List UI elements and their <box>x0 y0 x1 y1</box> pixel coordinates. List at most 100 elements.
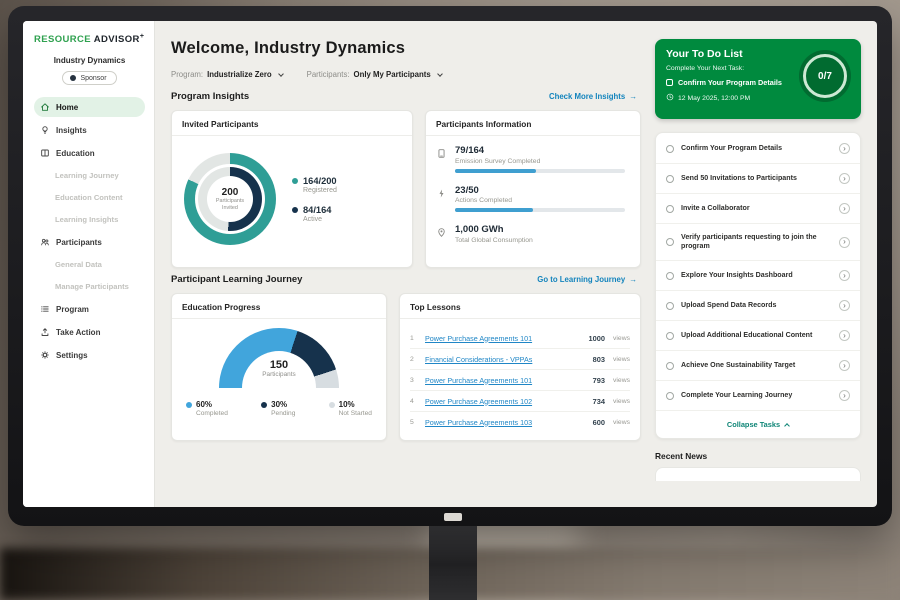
program-filter-dropdown[interactable]: Program: Industrialize Zero <box>171 70 283 79</box>
lesson-views: 793 <box>593 376 605 385</box>
sidebar-item-general-data[interactable]: General Data <box>34 255 145 274</box>
checkbox-icon[interactable] <box>666 175 674 183</box>
donut-center-label: Participants Invited <box>213 198 247 211</box>
task-row-explore-insights[interactable]: Explore Your Insights Dashboard › <box>656 261 860 291</box>
sidebar-item-education-content[interactable]: Education Content <box>34 188 145 207</box>
lesson-link[interactable]: Power Purchase Agreements 101 <box>425 334 583 343</box>
lesson-views: 600 <box>593 418 605 427</box>
arrow-right-icon: → <box>629 92 637 101</box>
insights-icon <box>40 125 50 135</box>
checkbox-icon[interactable] <box>666 238 674 246</box>
education-progress-title: Education Progress <box>172 302 386 319</box>
task-row-invite-collaborator[interactable]: Invite a Collaborator › <box>656 194 860 224</box>
lesson-link[interactable]: Power Purchase Agreements 103 <box>425 418 587 427</box>
emission-survey-progress-fill <box>455 169 536 173</box>
global-consumption-label: Total Global Consumption <box>455 237 630 244</box>
lesson-rank: 2 <box>410 356 419 363</box>
task-row-upload-spend-data[interactable]: Upload Spend Data Records › <box>656 291 860 321</box>
checkbox-icon[interactable] <box>666 272 674 280</box>
legend-item-registered: 164/200 Registered <box>292 176 337 194</box>
sidebar-item-insights[interactable]: Insights <box>34 120 145 140</box>
chevron-right-icon[interactable]: › <box>839 203 850 214</box>
sponsor-icon <box>70 75 76 81</box>
sidebar-item-home[interactable]: Home <box>34 97 145 117</box>
task-label: Explore Your Insights Dashboard <box>681 271 832 280</box>
sidebar-item-settings[interactable]: Settings <box>34 345 145 365</box>
task-row-send-invitations[interactable]: Send 50 Invitations to Participants › <box>656 164 860 194</box>
go-to-learning-journey-link[interactable]: Go to Learning Journey → <box>537 275 637 284</box>
check-more-insights-label: Check More Insights <box>549 92 625 101</box>
pending-label: Pending <box>271 410 295 417</box>
lesson-link[interactable]: Financial Considerations - VPPAs <box>425 355 587 364</box>
not-started-pct: 10% <box>339 400 355 409</box>
program-icon <box>40 304 50 314</box>
participants-filter-value: Only My Participants <box>354 70 431 79</box>
registered-label: Registered <box>303 187 337 194</box>
active-dot-icon <box>292 207 298 213</box>
sidebar-item-label: Settings <box>56 351 88 360</box>
sidebar-item-learning-journey[interactable]: Learning Journey <box>34 166 145 185</box>
registered-value: 164/200 <box>303 176 337 186</box>
chevron-down-icon <box>437 71 443 77</box>
monitor-logo <box>444 513 462 521</box>
legend-item-active: 84/164 Active <box>292 205 337 223</box>
lesson-views-label: views <box>613 356 630 363</box>
lesson-views-label: views <box>613 398 630 405</box>
chevron-right-icon[interactable]: › <box>839 270 850 281</box>
checkbox-icon[interactable] <box>666 332 674 340</box>
invited-donut-chart: 200 Participants Invited <box>184 153 276 245</box>
sidebar-item-participants[interactable]: Participants <box>34 232 145 252</box>
task-row-confirm-program[interactable]: Confirm Your Program Details › <box>656 134 860 164</box>
sidebar-item-label: Education <box>56 149 95 158</box>
task-row-upload-educational-content[interactable]: Upload Additional Educational Content › <box>656 321 860 351</box>
check-more-insights-link[interactable]: Check More Insights → <box>549 92 637 101</box>
task-label: Complete Your Learning Journey <box>681 391 832 400</box>
task-row-verify-participants[interactable]: Verify participants requesting to join t… <box>656 224 860 261</box>
donut-center-value: 200 <box>222 187 239 198</box>
global-consumption-value: 1,000 GWh <box>455 224 630 235</box>
chevron-right-icon[interactable]: › <box>839 360 850 371</box>
sidebar-item-label: Learning Journey <box>55 171 119 180</box>
sidebar-item-program[interactable]: Program <box>34 299 145 319</box>
todo-progress-ring: 0/7 <box>799 50 851 102</box>
participants-filter-dropdown[interactable]: Participants: Only My Participants <box>307 70 442 79</box>
sidebar-nav: Home Insights Education Learning Journey… <box>34 97 145 368</box>
invited-participants-body: 200 Participants Invited 164/200 Registe… <box>182 145 402 249</box>
lesson-views: 803 <box>593 355 605 364</box>
brand-logo: RESOURCE ADVISOR+ <box>34 33 145 45</box>
sidebar-item-manage-participants[interactable]: Manage Participants <box>34 277 145 296</box>
task-label: Upload Additional Educational Content <box>681 331 832 340</box>
gauge-center-label: Participants <box>219 371 339 378</box>
chevron-right-icon[interactable]: › <box>839 143 850 154</box>
chevron-right-icon[interactable]: › <box>839 300 850 311</box>
sidebar-item-label: Education Content <box>55 193 123 202</box>
top-lessons-title: Top Lessons <box>400 302 640 319</box>
lesson-link[interactable]: Power Purchase Agreements 101 <box>425 376 587 385</box>
sidebar-item-learning-insights[interactable]: Learning Insights <box>34 210 145 229</box>
sidebar-item-take-action[interactable]: Take Action <box>34 322 145 342</box>
chevron-right-icon[interactable]: › <box>839 237 850 248</box>
main-content: Welcome, Industry Dynamics Program: Indu… <box>155 21 651 507</box>
chevron-right-icon[interactable]: › <box>839 173 850 184</box>
checkbox-icon[interactable] <box>666 362 674 370</box>
checkbox-icon[interactable] <box>666 392 674 400</box>
lesson-link[interactable]: Power Purchase Agreements 102 <box>425 397 587 406</box>
actions-completed-value: 23/50 <box>455 185 630 196</box>
task-row-complete-learning-journey[interactable]: Complete Your Learning Journey › <box>656 381 860 411</box>
lesson-rank: 3 <box>410 377 419 384</box>
checkbox-icon[interactable] <box>666 79 673 86</box>
checkbox-icon[interactable] <box>666 145 674 153</box>
lesson-views-label: views <box>613 377 630 384</box>
lesson-row: 3 Power Purchase Agreements 101 793 view… <box>410 370 630 391</box>
chevron-right-icon[interactable]: › <box>839 330 850 341</box>
stat-emission-survey: 79/164 Emission Survey Completed <box>436 145 630 173</box>
emission-survey-progressbar <box>455 169 625 173</box>
legend-item-pending: 30% Pending <box>261 400 295 417</box>
sidebar-item-education[interactable]: Education <box>34 143 145 163</box>
checkbox-icon[interactable] <box>666 205 674 213</box>
invited-participants-card: Invited Participants 200 Participants In… <box>171 110 413 268</box>
collapse-tasks-button[interactable]: Collapse Tasks <box>656 411 860 437</box>
chevron-right-icon[interactable]: › <box>839 390 850 401</box>
checkbox-icon[interactable] <box>666 302 674 310</box>
task-row-achieve-target[interactable]: Achieve One Sustainability Target › <box>656 351 860 381</box>
